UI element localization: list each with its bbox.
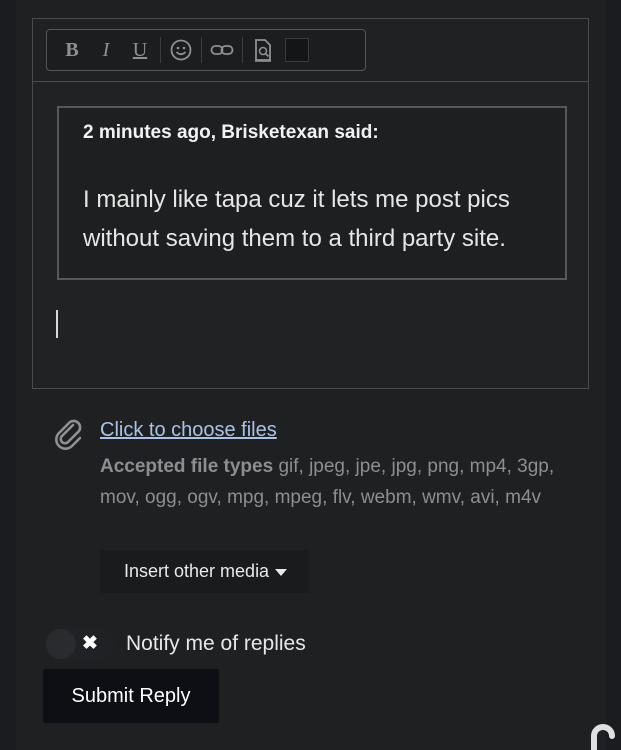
insert-other-media-button[interactable]: Insert other media	[100, 550, 309, 593]
page: B I U 2 minutes ago, Brisketexan said: I…	[0, 0, 621, 750]
toolbar-divider	[160, 37, 161, 63]
emoji-icon	[170, 39, 192, 61]
insert-other-media-label: Insert other media	[124, 561, 270, 581]
close-icon: ✖	[82, 633, 98, 654]
accepted-file-types: Accepted file types gif, jpeg, jpe, jpg,…	[100, 451, 570, 513]
accepted-file-types-label: Accepted file types	[100, 456, 274, 477]
reply-editor[interactable]: B I U 2 minutes ago, Brisketexan said: I…	[32, 18, 589, 389]
notify-row: ✖ Notify me of replies	[44, 626, 306, 662]
editor-toolbar-area: B I U	[33, 19, 588, 82]
emoji-button[interactable]	[164, 35, 198, 65]
preview-button[interactable]	[246, 35, 280, 65]
quote-body: I mainly like tapa cuz it lets me post p…	[83, 186, 510, 252]
toolbar-divider	[201, 37, 202, 63]
paperclip-icon	[55, 419, 82, 450]
choose-files-link[interactable]: Click to choose files	[100, 419, 277, 442]
bold-button[interactable]: B	[55, 35, 89, 65]
underline-button[interactable]: U	[123, 35, 157, 65]
toggle-knob	[46, 629, 76, 659]
editor-toolbar: B I U	[46, 29, 366, 71]
decorative-corner-icon	[591, 724, 615, 750]
text-cursor	[56, 310, 58, 338]
quote-citation: 2 minutes ago, Brisketexan said:	[83, 122, 379, 143]
italic-button[interactable]: I	[89, 35, 123, 65]
link-icon	[210, 45, 234, 55]
attachment-area: Click to choose files Accepted file type…	[32, 389, 589, 617]
notify-toggle[interactable]: ✖	[44, 627, 116, 661]
link-button[interactable]	[205, 35, 239, 65]
notify-label: Notify me of replies	[126, 632, 306, 655]
preview-icon	[255, 39, 271, 62]
submit-reply-button[interactable]: Submit Reply	[43, 669, 219, 723]
color-swatch-icon	[285, 38, 309, 62]
quoted-post: 2 minutes ago, Brisketexan said: I mainl…	[57, 106, 567, 280]
chevron-down-icon	[275, 569, 288, 576]
color-swatch-button[interactable]	[280, 35, 314, 65]
toolbar-divider	[242, 37, 243, 63]
